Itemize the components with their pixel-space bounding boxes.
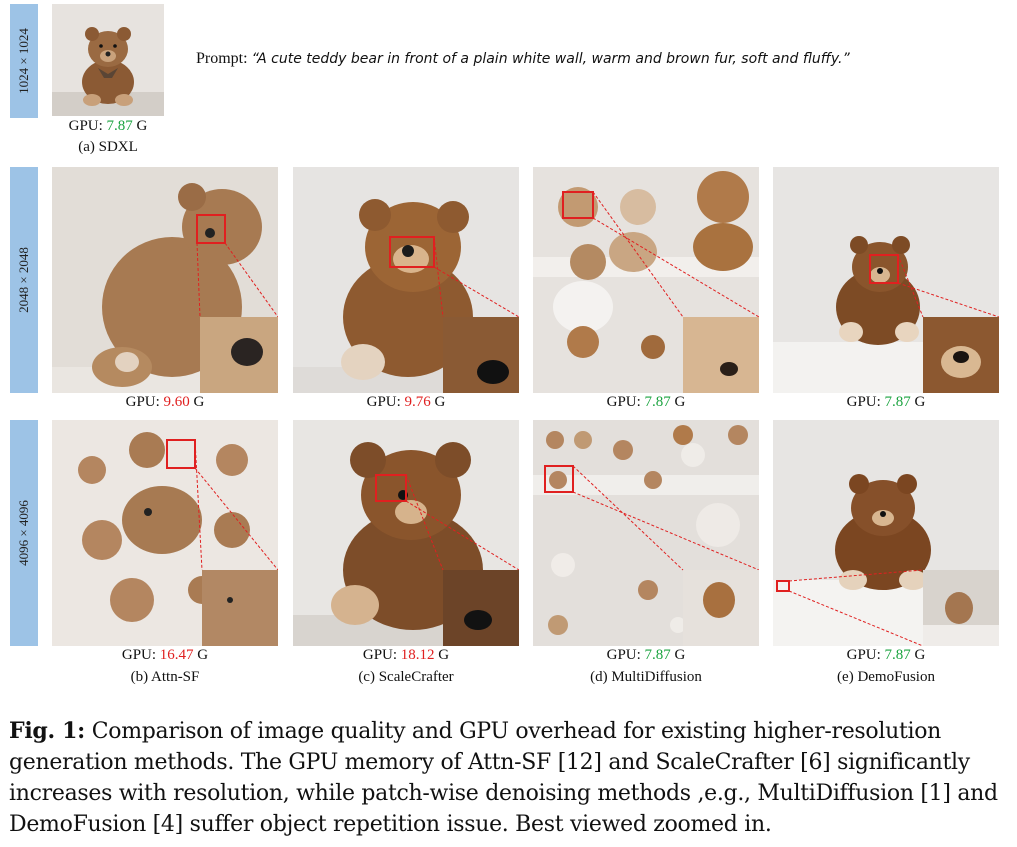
gpu-value: 9.76 bbox=[404, 394, 431, 410]
scalecrafter-4096-gpu: GPU: 18.12 G bbox=[362, 647, 450, 663]
prompt-text: “A cute teddy bear in front of a plain w… bbox=[251, 51, 850, 67]
sdxl-gpu: GPU: 7.87 G bbox=[68, 118, 148, 134]
gpu-value: 9.60 bbox=[163, 394, 190, 410]
prompt: Prompt: “A cute teddy bear in front of a… bbox=[196, 50, 850, 68]
demofusion-2048-gpu: GPU: 7.87 G bbox=[846, 394, 926, 410]
multidiffusion-4096-gpu: GPU: 7.87 G bbox=[606, 647, 686, 663]
attn-sf-4096-gpu: GPU: 16.47 G bbox=[121, 647, 209, 663]
gpu-value: 7.87 bbox=[644, 394, 671, 410]
scalecrafter-4096-image bbox=[293, 420, 519, 646]
attn-sf-2048-image bbox=[52, 167, 278, 393]
gpu-value: 7.87 bbox=[644, 647, 671, 663]
resolution-tag-4096: 4096 × 4096 bbox=[10, 420, 38, 646]
scalecrafter-2048-image bbox=[293, 167, 519, 393]
resolution-tag-text: 2048 × 2048 bbox=[16, 247, 31, 313]
resolution-tag-1024: 1024 × 1024 bbox=[10, 4, 38, 118]
gpu-value: 16.47 bbox=[159, 647, 194, 663]
resolution-tag-2048: 2048 × 2048 bbox=[10, 167, 38, 393]
multidiffusion-2048-image bbox=[533, 167, 759, 393]
demofusion-4096-gpu: GPU: 7.87 G bbox=[846, 647, 926, 663]
demofusion-2048-image bbox=[773, 167, 999, 393]
sdxl-image bbox=[52, 4, 164, 116]
gpu-value: 7.87 bbox=[884, 394, 911, 410]
multidiffusion-4096-image bbox=[533, 420, 759, 646]
method-label-demofusion: (e) DemoFusion bbox=[837, 669, 935, 685]
attn-sf-2048-gpu: GPU: 9.60 G bbox=[125, 394, 205, 410]
gpu-value: 7.87 bbox=[884, 647, 911, 663]
attn-sf-4096-image bbox=[52, 420, 278, 646]
multidiffusion-2048-gpu: GPU: 7.87 G bbox=[606, 394, 686, 410]
resolution-tag-text: 4096 × 4096 bbox=[16, 500, 31, 566]
figure-caption: Fig. 1: Comparison of image quality and … bbox=[9, 716, 1009, 840]
resolution-tag-text: 1024 × 1024 bbox=[16, 28, 31, 94]
gpu-value: 18.12 bbox=[400, 647, 435, 663]
prompt-label: Prompt: bbox=[196, 50, 248, 67]
figure-label: Fig. 1: bbox=[9, 718, 86, 744]
method-label-scalecrafter: (c) ScaleCrafter bbox=[358, 669, 454, 685]
caption-text: Comparison of image quality and GPU over… bbox=[9, 719, 998, 837]
method-label-attn-sf: (b) Attn-SF bbox=[130, 669, 200, 685]
method-label-multidiffusion: (d) MultiDiffusion bbox=[590, 669, 702, 685]
sdxl-gpu-value: 7.87 bbox=[106, 118, 133, 134]
scalecrafter-2048-gpu: GPU: 9.76 G bbox=[366, 394, 446, 410]
sdxl-label: (a) SDXL bbox=[78, 139, 138, 155]
demofusion-4096-image bbox=[773, 420, 999, 646]
